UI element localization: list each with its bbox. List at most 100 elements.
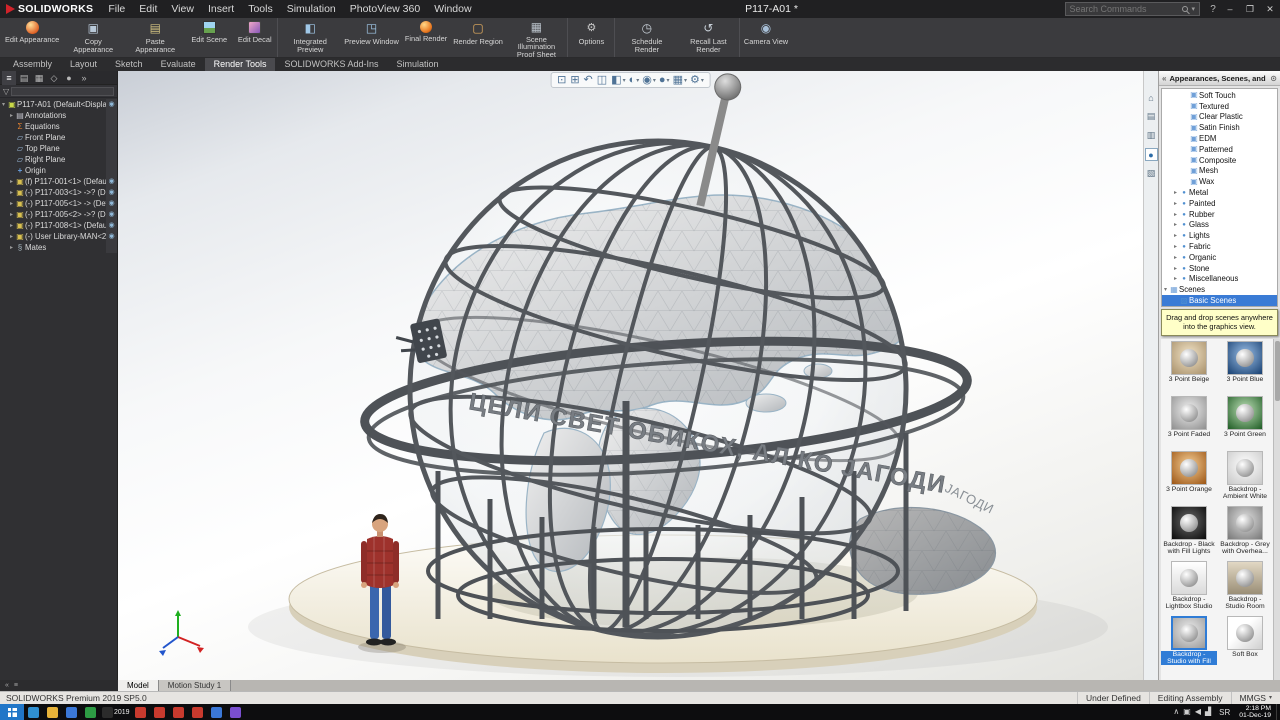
command-tab[interactable]: Layout (61, 58, 106, 71)
zoom-area-icon[interactable]: ⊞ (570, 74, 580, 86)
appearances-tab-icon[interactable]: ● (1145, 148, 1158, 161)
taskbar-app-icon[interactable] (170, 704, 189, 720)
command-tab[interactable]: Assembly (4, 58, 61, 71)
ribbon-button[interactable]: Scene Illumination Proof Sheet (506, 18, 568, 57)
ribbon-button[interactable]: Options (569, 18, 615, 57)
clock[interactable]: 2:18 PM 01-Dec-19 (1234, 705, 1276, 719)
appearance-tree-item[interactable]: Clear Plastic (1162, 112, 1277, 123)
model-tab[interactable]: Motion Study 1 (159, 680, 231, 691)
expand-arrow-icon[interactable]: ▸ (8, 200, 15, 207)
expand-arrow-icon[interactable]: ▸ (8, 189, 15, 196)
display-pane-icon[interactable]: ◉ (106, 220, 117, 231)
command-tab[interactable]: SOLIDWORKS Add-Ins (275, 58, 387, 71)
menu-item[interactable]: Simulation (280, 0, 343, 18)
expand-arrow-icon[interactable]: ▸ (1172, 254, 1179, 261)
tray-status-icon[interactable]: ▣ (1183, 704, 1191, 720)
graphics-area[interactable]: ЦЕЛИ СВЕТ ОБИКОХ, АЛ КО ЈАГОДИ ЈАГОДИ (118, 71, 1143, 680)
close-button[interactable]: ✕ (1260, 0, 1280, 18)
custom-properties-tab-icon[interactable]: ▧ (1145, 167, 1158, 180)
command-tab[interactable]: Evaluate (152, 58, 205, 71)
command-tab[interactable]: Render Tools (205, 58, 276, 71)
feature-tree-item[interactable]: Equations (0, 121, 117, 132)
expand-arrow-icon[interactable]: ▸ (1172, 232, 1179, 239)
display-pane-icon[interactable]: ◉ (106, 99, 117, 110)
volume-icon[interactable]: ◀ (1195, 704, 1201, 720)
network-icon[interactable]: ▟ (1205, 704, 1211, 720)
previous-view-icon[interactable]: ↶ (584, 74, 594, 86)
taskbar-app-icon[interactable] (62, 704, 81, 720)
ribbon-button[interactable]: Edit Decal (232, 18, 278, 57)
appearance-tree-item[interactable]: ▸ Stone (1162, 263, 1277, 274)
tray-expand-icon[interactable]: ∧ (1173, 704, 1179, 720)
search-dropdown-icon[interactable]: ▾ (1192, 5, 1196, 13)
expand-arrow-icon[interactable]: ▸ (1172, 189, 1179, 196)
minimize-button[interactable]: – (1220, 0, 1240, 18)
appearance-tree-item[interactable]: EDM (1162, 133, 1277, 144)
appearance-tree-item[interactable]: ▸ Painted (1162, 198, 1277, 209)
ribbon-button[interactable]: Schedule Render (616, 18, 678, 57)
expand-arrow-icon[interactable]: ▸ (8, 112, 15, 119)
configurationmanager-tab-icon[interactable]: ▦ (32, 71, 46, 85)
feature-tree-item[interactable]: ▸ (-) P117-003<1> ->? (Default<<D... ◉ (0, 187, 117, 198)
expand-arrow-icon[interactable]: ▸ (1172, 211, 1179, 218)
section-view-icon[interactable]: ◫ (597, 74, 608, 86)
task-pane-scrollbar[interactable] (1273, 339, 1280, 681)
taskbar-app-icon[interactable] (151, 704, 170, 720)
appearance-tree-item[interactable]: ▸ Organic (1162, 252, 1277, 263)
file-explorer-tab-icon[interactable]: ▥ (1145, 129, 1158, 142)
taskbar-app-icon[interactable] (132, 704, 151, 720)
feature-tree-item[interactable]: ▾ P117-A01 (Default<Display State-1> ◉ (0, 99, 117, 110)
expand-arrow-icon[interactable]: ▾ (0, 101, 7, 108)
units-selector[interactable]: MMGS ▾ (1231, 692, 1280, 705)
dimxpert-tab-icon[interactable]: ◇ (47, 71, 61, 85)
ribbon-button[interactable]: Edit Scene (186, 18, 232, 57)
appearance-tree-item[interactable]: Basic Scenes (1162, 295, 1277, 306)
view-settings-icon[interactable]: ⚙ ▾ (690, 74, 704, 86)
hide-show-items-icon[interactable]: ◉ ▾ (642, 74, 656, 86)
feature-tree-item[interactable]: ▸ Mates (0, 242, 117, 253)
ribbon-button[interactable]: Integrated Preview (279, 18, 341, 57)
appearance-tree-item[interactable]: Mesh (1162, 166, 1277, 177)
appearance-tree-item[interactable]: Soft Touch (1162, 90, 1277, 101)
ribbon-button[interactable]: Render Region (450, 18, 506, 57)
appearance-tree-item[interactable]: ▸ Miscellaneous (1162, 274, 1277, 285)
command-search[interactable]: ▾ (1065, 2, 1201, 16)
tab-scroll-icon[interactable]: « (5, 682, 9, 689)
scene-thumbnail[interactable]: Backdrop - Ambient White (1217, 449, 1273, 504)
tree-filter[interactable]: ▽ (0, 85, 117, 98)
appearance-tree-item[interactable]: Satin Finish (1162, 122, 1277, 133)
feature-tree-item[interactable]: ▸ (-) P117-005<2> ->? (Default<<D... ◉ (0, 209, 117, 220)
ribbon-button[interactable]: Recall Last Render (678, 18, 740, 57)
display-pane-icon[interactable] (106, 143, 117, 154)
featuremanager-tab-icon[interactable]: ≡ (2, 71, 16, 85)
expand-arrow-icon[interactable]: ▾ (1162, 286, 1169, 293)
expand-arrow-icon[interactable]: ▸ (8, 211, 15, 218)
sw-resources-tab-icon[interactable]: ⌂ (1145, 91, 1158, 104)
appearance-tree-item[interactable]: ▸ Fabric (1162, 241, 1277, 252)
appearance-tree-item[interactable]: ▸ Lights (1162, 230, 1277, 241)
expand-arrow-icon[interactable]: ▸ (8, 233, 15, 240)
display-pane-icon[interactable]: ◉ (106, 209, 117, 220)
scene-thumbnail[interactable]: Backdrop - Black with Fill Lights (1161, 504, 1217, 559)
scene-thumbnail[interactable]: Backdrop - Lightbox Studio (1161, 559, 1217, 614)
appearance-tree-item[interactable]: ▸ Glass (1162, 220, 1277, 231)
zoom-fit-icon[interactable]: ⊡ (557, 74, 567, 86)
ribbon-button[interactable]: Camera View (741, 18, 791, 57)
ribbon-button[interactable]: Edit Appearance (2, 18, 62, 57)
feature-tree-item[interactable]: ▸ (-) P117-005<1> -> (Default<<D... ◉ (0, 198, 117, 209)
scene-thumbnail[interactable]: Backdrop - Grey with Overhea... (1217, 504, 1273, 559)
taskbar-search-icon[interactable] (24, 704, 43, 720)
ribbon-button[interactable]: Paste Appearance (124, 18, 186, 57)
feature-tree-item[interactable]: ▸ Annotations (0, 110, 117, 121)
displaymanager-tab-icon[interactable]: ● (62, 71, 76, 85)
display-pane-icon[interactable] (106, 121, 117, 132)
expand-arrow-icon[interactable]: ▸ (1172, 200, 1179, 207)
appearance-tree-item[interactable]: Textured (1162, 101, 1277, 112)
display-pane-icon[interactable]: ◉ (106, 198, 117, 209)
tab-list-icon[interactable]: ≡ (14, 682, 18, 689)
language-indicator[interactable]: SR (1215, 708, 1234, 717)
show-desktop-button[interactable] (1276, 704, 1280, 720)
appearance-tree-item[interactable]: Composite (1162, 155, 1277, 166)
display-pane-icon[interactable] (106, 242, 117, 253)
ribbon-button[interactable]: Preview Window (341, 18, 402, 57)
